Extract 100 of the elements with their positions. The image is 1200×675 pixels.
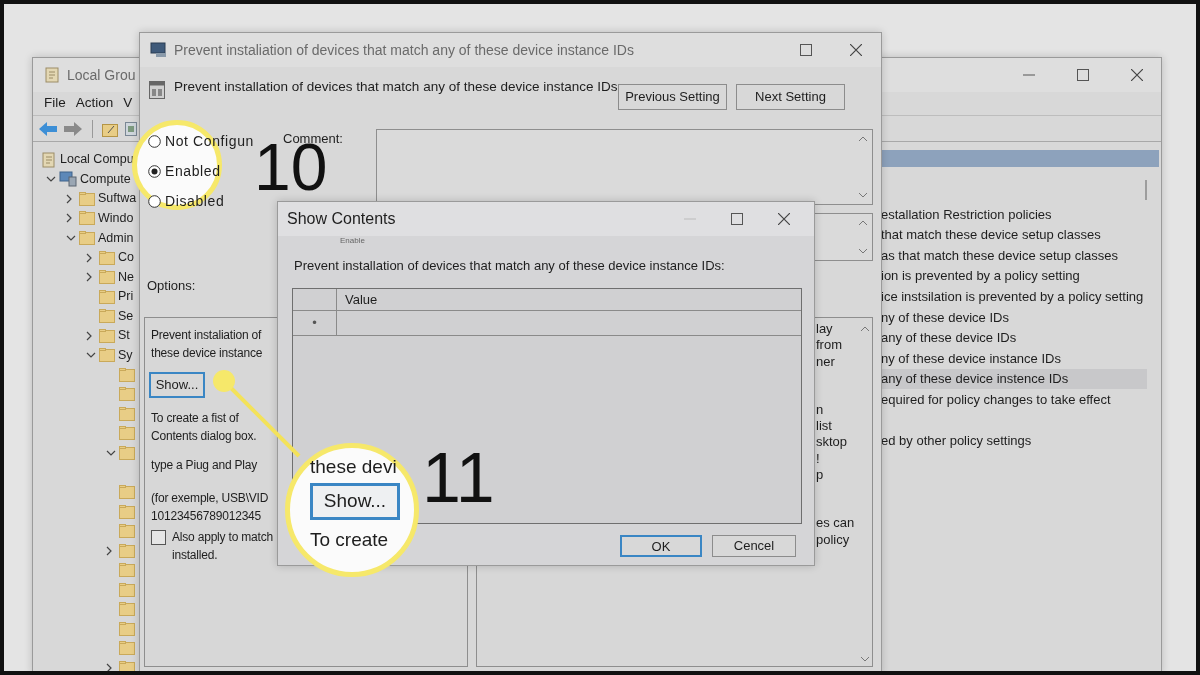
tree-item[interactable]: Sy: [118, 345, 133, 365]
scroll-down-icon[interactable]: [858, 192, 868, 198]
list-row[interactable]: estallation Restriction policies: [879, 204, 1147, 225]
chevron-right-icon[interactable]: [106, 545, 112, 556]
folder-icon: [119, 524, 135, 539]
policy-name: as that match these device setup classes: [881, 246, 1118, 265]
radio-button[interactable]: [148, 134, 161, 148]
maximize-icon[interactable]: [800, 44, 812, 56]
dialog-title: Show Contents: [287, 209, 396, 229]
options-text: these device instance: [151, 345, 263, 362]
tree-item[interactable]: Local Compu: [60, 150, 134, 170]
list-row[interactable]: that match these device setup classes: [879, 224, 1147, 246]
list-row[interactable]: any of these device IDs: [879, 327, 1147, 349]
folder-icon: [99, 270, 115, 285]
policy-name: ion is prevented by a policy setting: [881, 267, 1080, 286]
options-text: (for exemple, USB\VID: [151, 490, 269, 507]
show-button[interactable]: Show...: [310, 483, 400, 520]
close-icon[interactable]: [1131, 69, 1143, 81]
help-text: sktop: [816, 434, 849, 451]
menu-item[interactable]: Action: [75, 93, 114, 114]
tree-item[interactable]: Admin: [98, 228, 134, 248]
list-row[interactable]: ny of these device IDs: [879, 306, 1147, 328]
policy-heading: Prevent installation of devices that match any of these device instance IDs: [174, 78, 618, 96]
nav-button[interactable]: Next Setting: [736, 84, 845, 110]
radio-button[interactable]: [148, 164, 161, 178]
monitor-icon: [150, 42, 168, 58]
policy-name: equired for policy changes to take effect: [881, 390, 1111, 409]
tree-item[interactable]: Ne: [118, 267, 134, 287]
chevron-right-icon[interactable]: [86, 272, 92, 283]
list-row[interactable]: as that match these device setup classes: [879, 245, 1147, 266]
chevron-right-icon[interactable]: [86, 252, 92, 263]
window-icon[interactable]: [125, 121, 137, 136]
folder-icon: [119, 445, 135, 460]
help-text: policy: [816, 531, 851, 548]
show-button[interactable]: Show...: [149, 372, 205, 398]
chevron-down-icon[interactable]: [46, 176, 56, 183]
help-text: !: [816, 450, 821, 468]
help-text: lay: [816, 321, 834, 338]
tree-item[interactable]: Suftwa: [98, 189, 137, 209]
list-row[interactable]: any of these device instence IDs: [879, 368, 1147, 390]
chevron-right-icon[interactable]: [106, 663, 112, 671]
list-row[interactable]: ed by other policy settings: [879, 430, 1147, 452]
close-icon[interactable]: [850, 44, 862, 56]
scrollbar-thumb[interactable]: [1145, 180, 1147, 200]
section-label: Options:: [147, 278, 196, 293]
list-row[interactable]: ny of these device instance IDs: [879, 348, 1147, 369]
folder-icon: [119, 563, 135, 578]
maximize-icon[interactable]: [1077, 69, 1089, 81]
folder-icon: [79, 191, 95, 206]
dialog-button[interactable]: Cencel: [712, 535, 796, 557]
options-text: To create a fist of: [151, 410, 239, 427]
folder-icon: [119, 621, 135, 636]
folder-icon: [119, 367, 135, 382]
tree-item[interactable]: St: [118, 326, 130, 346]
folder-icon: [119, 426, 135, 441]
chevron-right-icon[interactable]: [66, 213, 72, 224]
close-icon[interactable]: [778, 213, 790, 225]
nav-button[interactable]: Previous Setting: [618, 84, 727, 110]
scroll-up-icon[interactable]: [858, 136, 868, 142]
folder-icon: [99, 348, 115, 363]
chevron-right-icon[interactable]: [86, 330, 92, 341]
folder-icon: [119, 406, 135, 421]
menu-item[interactable]: File: [44, 93, 66, 114]
chevron-down-icon[interactable]: [66, 234, 76, 241]
policy-name: ny of these device IDs: [881, 308, 1009, 327]
policy-name: that match these device setup classes: [881, 226, 1101, 245]
chevron-down-icon[interactable]: [86, 352, 96, 359]
scroll-down-icon[interactable]: [860, 656, 870, 662]
radio-button[interactable]: [148, 194, 161, 208]
tree-item[interactable]: Pri: [118, 287, 134, 306]
folder-icon: [119, 543, 135, 558]
step-number: 11: [422, 452, 495, 505]
list-row[interactable]: equired for policy changes to take effect: [879, 389, 1147, 410]
scroll-up-icon[interactable]: [858, 220, 868, 226]
policy-name: ny of these device instance IDs: [881, 349, 1061, 368]
chevron-down-icon[interactable]: [106, 449, 116, 456]
radio-label: Disabled: [165, 191, 225, 211]
tree-item[interactable]: Co: [118, 248, 134, 267]
scroll-up-icon[interactable]: [860, 326, 870, 332]
checkbox-label: installed.: [172, 547, 218, 564]
checkbox[interactable]: [151, 530, 166, 545]
scroll-icon: [41, 151, 57, 168]
help-text: p: [816, 467, 825, 484]
folder-icon: [79, 230, 95, 245]
folder-icon: [119, 485, 135, 500]
policy-name: any of these device instence IDs: [881, 370, 1069, 389]
comment-field[interactable]: [376, 129, 873, 205]
scroll-down-icon[interactable]: [858, 248, 868, 254]
menu-item[interactable]: V: [123, 93, 133, 114]
maximize-icon[interactable]: [731, 213, 743, 225]
dialog-button[interactable]: OK: [620, 535, 702, 557]
chevron-right-icon[interactable]: [66, 193, 72, 204]
list-row[interactable]: ion is prevented by a policy setting: [879, 265, 1147, 287]
folder-icon: [119, 504, 135, 519]
tree-item[interactable]: Windo: [98, 209, 134, 228]
help-text: from: [816, 337, 843, 354]
checkbox-label: Also apply to match: [172, 529, 273, 546]
tree-item[interactable]: Se: [118, 306, 134, 326]
help-text: n: [816, 401, 825, 419]
tree-item[interactable]: Compute: [80, 169, 131, 189]
